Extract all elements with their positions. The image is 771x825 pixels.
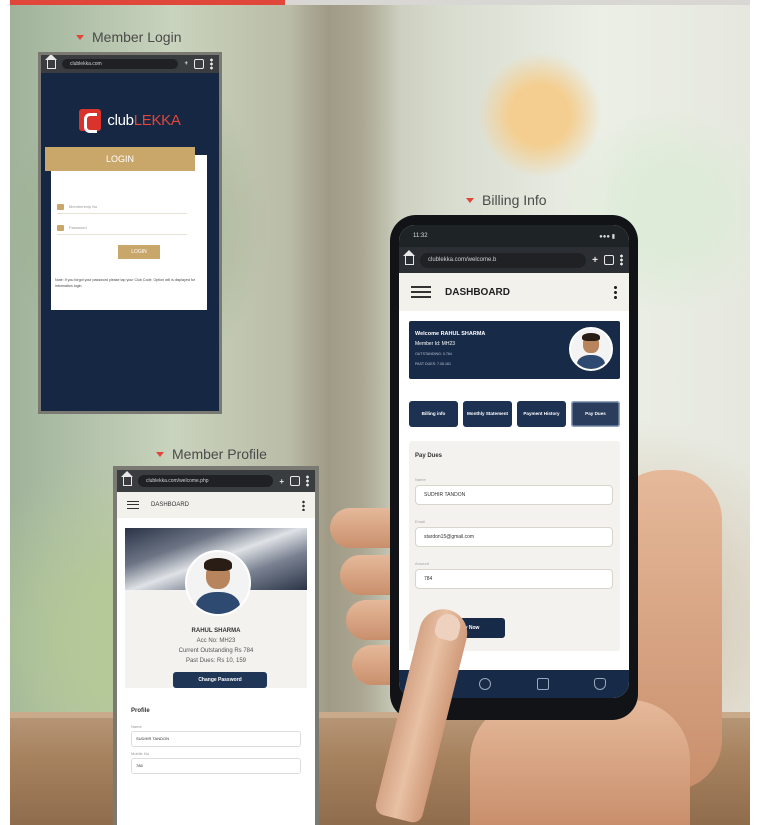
- amount-label: Amount: [415, 561, 429, 566]
- avatar-shirt: [576, 354, 606, 369]
- brand-suffix: LEKKA: [133, 111, 181, 129]
- caption-label: Member Profile: [172, 446, 267, 462]
- login-button[interactable]: LOGIN: [118, 245, 160, 259]
- mobile-label: Mobile No: [131, 751, 150, 756]
- login-header: LOGIN: [45, 147, 195, 171]
- login-phone-frame: clublekka.com + clubLEKKA LOGIN Membersh…: [38, 52, 222, 414]
- amount-field[interactable]: 784: [415, 569, 613, 589]
- home-icon[interactable]: [121, 470, 133, 486]
- more-options-icon[interactable]: [614, 285, 617, 299]
- name-field[interactable]: SUDHIR TANDON: [131, 731, 301, 747]
- caption-label: Billing Info: [482, 192, 547, 208]
- name-label: Name: [131, 724, 142, 729]
- app-header: DASHBOARD: [399, 273, 629, 311]
- new-tab-icon[interactable]: +: [184, 61, 188, 67]
- welcome-text: Welcome RAHUL SHARMA: [415, 331, 486, 337]
- current-outstanding: Current Outstanding Rs 784: [178, 648, 254, 654]
- club-logo-mark: [79, 109, 102, 133]
- membership-field[interactable]: Membership No: [57, 200, 187, 214]
- tab-monthly-statement[interactable]: Monthly Statement: [463, 401, 512, 427]
- profile-screen: clublekka.com/welcome.php + DASHBOARD RA…: [117, 470, 315, 825]
- top-accent-bar: [10, 0, 285, 5]
- new-tab-icon[interactable]: +: [592, 255, 598, 266]
- account-number: Acc No: MH23: [196, 638, 236, 644]
- past-dues-text: PAST DUES: 7.06.161: [415, 362, 452, 366]
- browser-toolbar: clublekka.com/welcome.php +: [117, 470, 315, 492]
- avatar: [569, 327, 613, 371]
- shield-icon[interactable]: [594, 678, 607, 690]
- membership-placeholder: Membership No: [69, 204, 98, 209]
- outstanding-text: OUTSTANDING: 0.764: [415, 352, 452, 356]
- more-options-icon[interactable]: [302, 499, 305, 511]
- profile-card: RAHUL SHARMA Acc No: MH23 Current Outsta…: [125, 528, 307, 688]
- browser-menu-icon[interactable]: [306, 475, 309, 487]
- pay-dues-title: Pay Dues: [415, 453, 443, 459]
- address-bar[interactable]: clublekka.com/welcome.php: [138, 475, 274, 487]
- brand-prefix: club: [107, 111, 134, 129]
- email-label: Email: [415, 519, 426, 524]
- caption-marker-icon: [466, 197, 474, 203]
- member-id: Member Id: MH23: [415, 341, 456, 347]
- club-logo-text: clubLEKKA: [107, 111, 181, 129]
- past-dues: Past Dues: Rs 10, 159: [185, 658, 247, 664]
- tabs-icon[interactable]: [290, 476, 300, 486]
- dashboard-tabs: Billing info Monthly Statement Payment H…: [409, 401, 620, 427]
- password-field[interactable]: Password: [57, 221, 187, 235]
- profile-form: Profile Name SUDHIR TANDON Mobile No 786: [125, 702, 307, 780]
- profile-phone-frame: clublekka.com/welcome.php + DASHBOARD RA…: [113, 466, 319, 825]
- caption-marker-icon: [76, 34, 84, 40]
- user-icon[interactable]: [479, 678, 492, 690]
- name-field[interactable]: SUDHIR TANDON: [415, 485, 613, 505]
- lock-icon: [57, 224, 64, 231]
- tab-payment-history[interactable]: Payment History: [517, 401, 566, 427]
- caption-label: Member Login: [92, 29, 182, 45]
- caption-marker-icon: [156, 451, 164, 457]
- top-divider-bar: [285, 0, 750, 5]
- document-icon[interactable]: [536, 678, 549, 690]
- status-time: 11:32: [413, 233, 428, 239]
- avatar: [185, 550, 251, 616]
- tabs-icon[interactable]: [194, 59, 204, 69]
- card-icon: [57, 203, 64, 210]
- login-screen: clublekka.com + clubLEKKA LOGIN Membersh…: [41, 55, 219, 411]
- avatar-shirt: [195, 591, 241, 614]
- status-bar: 11:32 ●●● ▮: [399, 225, 629, 247]
- profile-section-title: Profile: [131, 708, 150, 714]
- member-name: RAHUL SHARMA: [191, 628, 241, 634]
- address-bar[interactable]: clublekka.com/welcome.b: [420, 252, 587, 268]
- club-logo: clubLEKKA: [41, 109, 219, 133]
- change-password-button[interactable]: Change Password: [173, 672, 267, 688]
- menu-icon[interactable]: [127, 501, 139, 509]
- address-bar[interactable]: clublekka.com: [62, 59, 179, 69]
- tab-pay-dues[interactable]: Pay Dues: [571, 401, 620, 427]
- browser-menu-icon[interactable]: [210, 58, 213, 70]
- page-title: DASHBOARD: [445, 286, 510, 298]
- avatar-hair: [581, 333, 601, 341]
- password-placeholder: Password: [69, 225, 87, 230]
- name-label: Name: [415, 477, 426, 482]
- login-note: Note: If you forgot your password please…: [55, 278, 196, 288]
- browser-toolbar: clublekka.com +: [41, 55, 219, 73]
- app-header: DASHBOARD: [117, 492, 315, 518]
- home-icon[interactable]: [45, 55, 57, 69]
- mobile-field[interactable]: 786: [131, 758, 301, 774]
- page-title: DASHBOARD: [151, 502, 190, 508]
- home-icon[interactable]: [403, 249, 415, 265]
- signal-battery-icon: ●●● ▮: [599, 233, 615, 240]
- email-field[interactable]: stardon15@gmail.com: [415, 527, 613, 547]
- new-tab-icon[interactable]: +: [279, 477, 284, 486]
- avatar-hair: [203, 558, 233, 571]
- tabs-icon[interactable]: [604, 255, 614, 265]
- caption-billing-info: Billing Info: [466, 192, 547, 208]
- welcome-card: Welcome RAHUL SHARMA Member Id: MH23 OUT…: [409, 321, 620, 379]
- browser-toolbar: clublekka.com/welcome.b +: [399, 247, 629, 273]
- browser-menu-icon[interactable]: [620, 254, 623, 266]
- menu-icon[interactable]: [411, 286, 431, 298]
- caption-member-login: Member Login: [76, 29, 182, 45]
- caption-member-profile: Member Profile: [156, 446, 267, 462]
- tab-billing-info[interactable]: Billing info: [409, 401, 458, 427]
